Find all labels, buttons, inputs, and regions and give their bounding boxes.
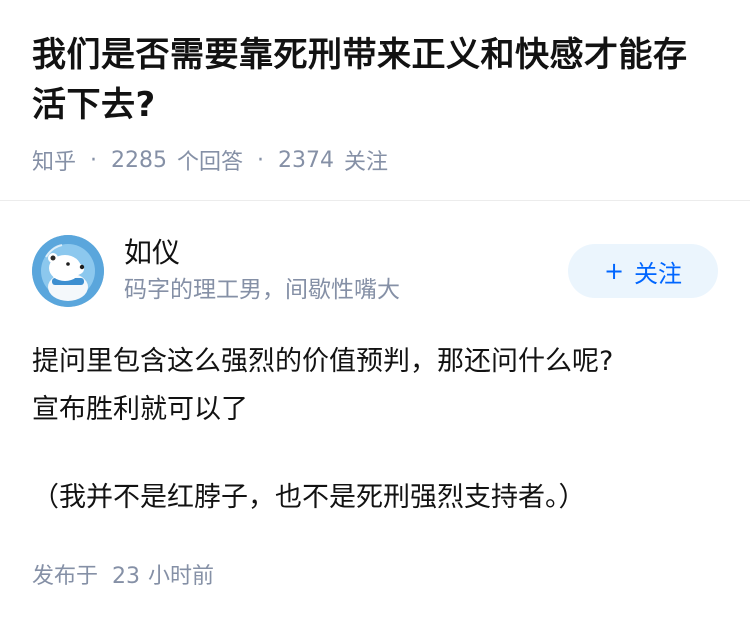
answer-paragraph: （我并不是红脖子，也不是死刑强烈支持者。） (32, 482, 586, 513)
answer-time-prefix: 发布于 (32, 564, 99, 589)
author-bio: 码字的理工男，间歇性嘴大 (124, 277, 400, 303)
separator-dot: · (257, 147, 265, 173)
avatar[interactable] (32, 235, 104, 307)
question-title[interactable]: 我们是否需要靠死刑带来正义和快感才能存活下去? (32, 30, 718, 130)
plus-icon: + (603, 257, 625, 285)
answer-paragraph: 宣布胜利就可以了 (32, 394, 248, 425)
answer-time: 发布于 23 小时前 (32, 558, 718, 590)
answer-count[interactable]: 2285 (111, 148, 167, 173)
answer-paragraph: 提问里包含这么强烈的价值预判，那还问什么呢? (32, 346, 614, 377)
follow-button-label: 关注 (634, 259, 683, 288)
polar-bear-avatar-icon (32, 235, 104, 307)
answer-time-count: 23 (112, 564, 141, 589)
question-header: 我们是否需要靠死刑带来正义和快感才能存活下去? 知乎 · 2285 个回答 · … (0, 0, 750, 175)
follower-count-label[interactable]: 关注 (344, 144, 388, 176)
answer-count-label[interactable]: 个回答 (177, 144, 243, 176)
author-name[interactable]: 如仪 (124, 235, 568, 271)
follower-count[interactable]: 2374 (278, 148, 334, 173)
answer-time-unit: 小时前 (148, 564, 215, 589)
author-info: 如仪 码字的理工男，间歇性嘴大 (124, 235, 568, 307)
header-divider (0, 200, 750, 201)
source-label[interactable]: 知乎 (32, 144, 76, 176)
author-row: 如仪 码字的理工男，间歇性嘴大 + 关注 (32, 234, 718, 308)
page: 我们是否需要靠死刑带来正义和快感才能存活下去? 知乎 · 2285 个回答 · … (0, 0, 750, 622)
question-meta: 知乎 · 2285 个回答 · 2374 关注 (32, 144, 718, 176)
follow-button[interactable]: + 关注 (568, 244, 718, 298)
separator-dot: · (90, 147, 98, 173)
answer-body[interactable]: 提问里包含这么强烈的价值预判，那还问什么呢? 宣布胜利就可以了 （我并不是红脖子… (32, 338, 718, 522)
answer-card: 如仪 码字的理工男，间歇性嘴大 + 关注 提问里包含这么强烈的价值预判，那还问什… (32, 234, 718, 590)
